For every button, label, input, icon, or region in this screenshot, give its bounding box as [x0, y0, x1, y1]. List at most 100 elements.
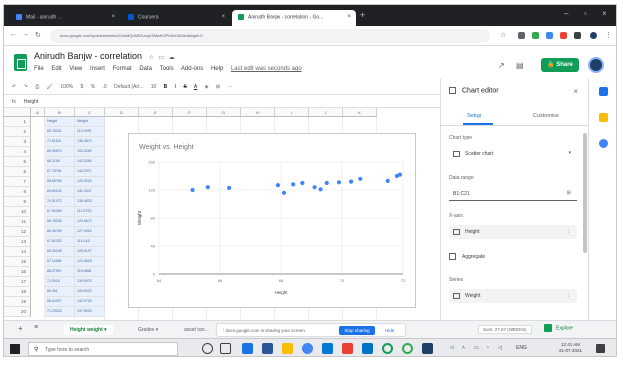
row-header[interactable]: 19	[4, 297, 31, 307]
star-icon[interactable]: ☆	[149, 55, 154, 61]
column-header[interactable]: B	[45, 108, 75, 117]
notification-icon[interactable]	[596, 344, 605, 353]
row-header[interactable]: 16	[4, 267, 31, 277]
aggregate-checkbox[interactable]: Aggregate	[449, 253, 485, 260]
minimize-icon[interactable]: –	[564, 9, 568, 18]
table-cell[interactable]: 136.4873	[75, 137, 105, 147]
table-cell[interactable]: 68.27967	[45, 267, 75, 277]
more-options-icon[interactable]: ⋮	[566, 292, 571, 298]
extension-icon[interactable]	[546, 32, 553, 39]
fill-color-icon[interactable]: ◈	[205, 84, 209, 90]
column-header[interactable]: H	[241, 108, 275, 117]
tray-lang[interactable]: ENG	[516, 345, 527, 351]
tab-setup[interactable]: Setup	[467, 113, 481, 119]
avatar[interactable]	[588, 57, 604, 73]
table-cell[interactable]: 112.3723	[75, 207, 105, 217]
add-sheet-icon[interactable]: +	[18, 324, 23, 333]
tray-volume-icon[interactable]: ◁	[498, 345, 502, 351]
table-cell[interactable]: 142.9733	[75, 297, 105, 307]
table-cell[interactable]: 67.78781	[45, 167, 75, 177]
row-header[interactable]: 9	[4, 197, 31, 207]
table-cell[interactable]: 129.5023	[75, 287, 105, 297]
row-header[interactable]: 17	[4, 277, 31, 287]
sheet-tab-height-weight[interactable]: Height weight ▾	[64, 325, 113, 335]
tab-sheets[interactable]: Anirudh Banjw - correlation - Go... ×	[232, 10, 356, 26]
redo-icon[interactable]: ↷	[24, 84, 28, 90]
table-cell[interactable]: 66.78236	[45, 217, 75, 227]
window-close-icon[interactable]: ×	[602, 9, 607, 18]
tray-battery-icon[interactable]: ▭	[474, 345, 479, 351]
more-options-icon[interactable]: ⋮	[566, 228, 571, 234]
table-cell[interactable]: 127.4516	[75, 227, 105, 237]
url-field[interactable]: docs.google.com/spreadsheets/d/1vkMQrWE2…	[50, 29, 490, 43]
column-header[interactable]: F	[173, 108, 207, 117]
grid-select-icon[interactable]: ⊞	[567, 190, 571, 196]
table-cell[interactable]: 114.143	[75, 237, 105, 247]
share-button[interactable]: 🔒 Share	[541, 58, 579, 72]
sheets-logo-icon[interactable]	[14, 54, 27, 71]
currency-icon[interactable]: $	[81, 84, 84, 90]
column-header[interactable]: K	[343, 108, 377, 117]
app-icon[interactable]	[382, 343, 393, 354]
tab-customise[interactable]: Customise	[533, 113, 559, 119]
close-icon[interactable]: ×	[573, 87, 578, 96]
text-color-icon[interactable]: A	[194, 84, 197, 90]
series-field[interactable]: Weight ⋮	[449, 289, 577, 303]
percent-icon[interactable]: %	[91, 84, 95, 90]
table-cell[interactable]: 68.64927	[45, 297, 75, 307]
menu-view[interactable]: View	[69, 66, 82, 72]
chrome-icon[interactable]	[302, 343, 313, 354]
table-cell[interactable]: 137.9025	[75, 307, 105, 317]
table-cell[interactable]: 66.48769	[45, 227, 75, 237]
menu-format[interactable]: Format	[113, 66, 132, 72]
menu-addons[interactable]: Add-ons	[181, 66, 203, 72]
row-header[interactable]: 12	[4, 227, 31, 237]
app-icon[interactable]	[262, 343, 273, 354]
table-cell[interactable]: 142.3354	[75, 157, 105, 167]
extension-puzzle-icon[interactable]	[574, 32, 581, 39]
extension-icon[interactable]	[518, 32, 525, 39]
row-header[interactable]: 7	[4, 177, 31, 187]
table-cell[interactable]: 67.90265	[45, 207, 75, 217]
table-cell[interactable]: 67.11656	[45, 257, 75, 267]
print-icon[interactable]: ⎙	[35, 84, 39, 90]
row-header[interactable]: 20	[4, 307, 31, 317]
table-cell[interactable]: 112.9925	[75, 127, 105, 137]
scatter-chart[interactable]: Weight vs. Height 0 40 80 120 160 64 66 68 70 72 H…	[128, 133, 416, 308]
calendar-icon[interactable]	[599, 87, 608, 96]
explore-button[interactable]: Explore	[544, 324, 573, 332]
back-icon[interactable]: ←	[10, 31, 17, 38]
taskbar-search-field[interactable]: ⚲ Type here to search	[28, 342, 178, 356]
column-header[interactable]: E	[139, 108, 173, 117]
table-cell[interactable]: 144.2971	[75, 167, 105, 177]
bold-icon[interactable]: B	[164, 84, 168, 90]
tray-wifi-icon[interactable]: ◔	[486, 345, 489, 351]
reload-icon[interactable]: ↻	[35, 31, 41, 39]
new-tab-icon[interactable]: +	[360, 10, 365, 20]
decimal-icon[interactable]: .0	[103, 84, 107, 90]
profile-icon[interactable]	[590, 32, 597, 39]
table-cell[interactable]: 71.51521	[45, 137, 75, 147]
row-header[interactable]: 5	[4, 157, 31, 167]
extension-icon[interactable]	[532, 32, 539, 39]
table-cell[interactable]: 69.80204	[45, 187, 75, 197]
borders-icon[interactable]: ⊞	[216, 84, 220, 90]
x-axis-field[interactable]: Height ⋮	[449, 225, 577, 239]
font-size-select[interactable]: 10	[151, 84, 157, 90]
chart-type-select[interactable]: Scatter chart ▾	[449, 147, 577, 161]
row-header[interactable]: 14	[4, 247, 31, 257]
table-cell[interactable]: 66.461	[45, 287, 75, 297]
file-explorer-icon[interactable]	[282, 343, 293, 354]
row-header[interactable]: 8	[4, 187, 31, 197]
table-cell[interactable]: 68.30248	[45, 247, 75, 257]
column-header[interactable]: A	[31, 108, 45, 117]
table-cell[interactable]: 71.23033	[45, 307, 75, 317]
close-icon[interactable]: ×	[347, 14, 351, 20]
font-select[interactable]: Default (Ari...	[114, 84, 143, 90]
table-cell[interactable]: 153.0269	[75, 147, 105, 157]
column-header[interactable]: D	[105, 108, 139, 117]
editor-scrollbar[interactable]	[583, 133, 587, 253]
app-icon[interactable]	[342, 343, 353, 354]
app-icon[interactable]	[422, 343, 433, 354]
row-header[interactable]: 4	[4, 147, 31, 157]
